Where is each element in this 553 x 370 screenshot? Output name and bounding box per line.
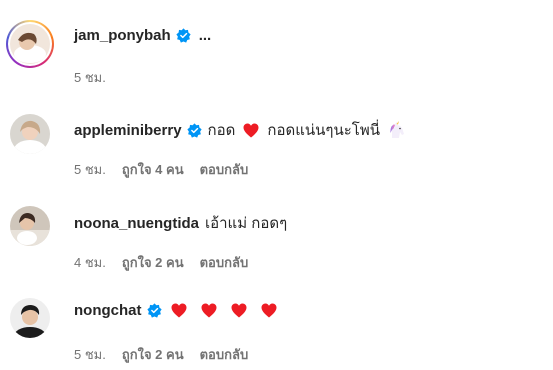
comment-time[interactable]: 5 ชม. [74, 344, 106, 365]
heart-icon [231, 303, 246, 318]
comment-text: เอ้าแม่ กอดๆ [205, 215, 288, 232]
username[interactable]: appleminiberry [74, 122, 182, 139]
comment-meta: 5 ชม. ถูกใจ 2 คน ตอบกลับ [74, 344, 248, 365]
comment-line: nongchat [74, 302, 280, 319]
avatar[interactable] [10, 298, 50, 338]
comment-line: noona_nuengtida เอ้าแม่ กอดๆ [74, 211, 287, 235]
heart-icon [171, 303, 186, 318]
username[interactable]: nongchat [74, 302, 142, 319]
likes-count[interactable]: ถูกใจ 4 คน [122, 159, 184, 180]
comment-meta: 5 ชม. ถูกใจ 4 คน ตอบกลับ [74, 159, 248, 180]
heart-icon [261, 303, 276, 318]
comment-line: jam_ponybah ... [74, 27, 211, 44]
comment-line: appleminiberry กอด กอดแน่นๆนะโพนี่ [74, 118, 406, 142]
comment-time[interactable]: 5 ชม. [74, 159, 106, 180]
username[interactable]: jam_ponybah [74, 27, 171, 44]
heart-icon [201, 303, 216, 318]
reply-button[interactable]: ตอบกลับ [200, 344, 249, 365]
username[interactable]: noona_nuengtida [74, 215, 199, 232]
reply-button[interactable]: ตอบกลับ [200, 252, 249, 273]
verified-badge-icon [176, 28, 191, 43]
reply-button[interactable]: ตอบกลับ [200, 159, 249, 180]
heart-icon [243, 123, 259, 137]
comment-time[interactable]: 5 ชม. [74, 67, 106, 88]
avatar[interactable] [10, 206, 50, 246]
avatar[interactable] [10, 114, 50, 154]
likes-count[interactable]: ถูกใจ 2 คน [122, 252, 184, 273]
comment-text-part-2: กอดแน่นๆนะโพนี่ [267, 122, 380, 139]
verified-badge-icon [186, 122, 202, 138]
story-ring[interactable] [6, 20, 54, 68]
comment-meta: 4 ชม. ถูกใจ 2 คน ตอบกลับ [74, 252, 248, 273]
verified-badge-icon [146, 303, 162, 318]
comment-time[interactable]: 4 ชม. [74, 252, 106, 273]
unicorn-icon [390, 121, 404, 138]
likes-count[interactable]: ถูกใจ 2 คน [122, 344, 184, 365]
avatar[interactable] [10, 24, 50, 64]
hearts-group [168, 303, 280, 318]
comment-meta: 5 ชม. [74, 67, 106, 88]
comment-text-part-1: กอด [207, 122, 236, 139]
comment-text: ... [198, 27, 212, 44]
